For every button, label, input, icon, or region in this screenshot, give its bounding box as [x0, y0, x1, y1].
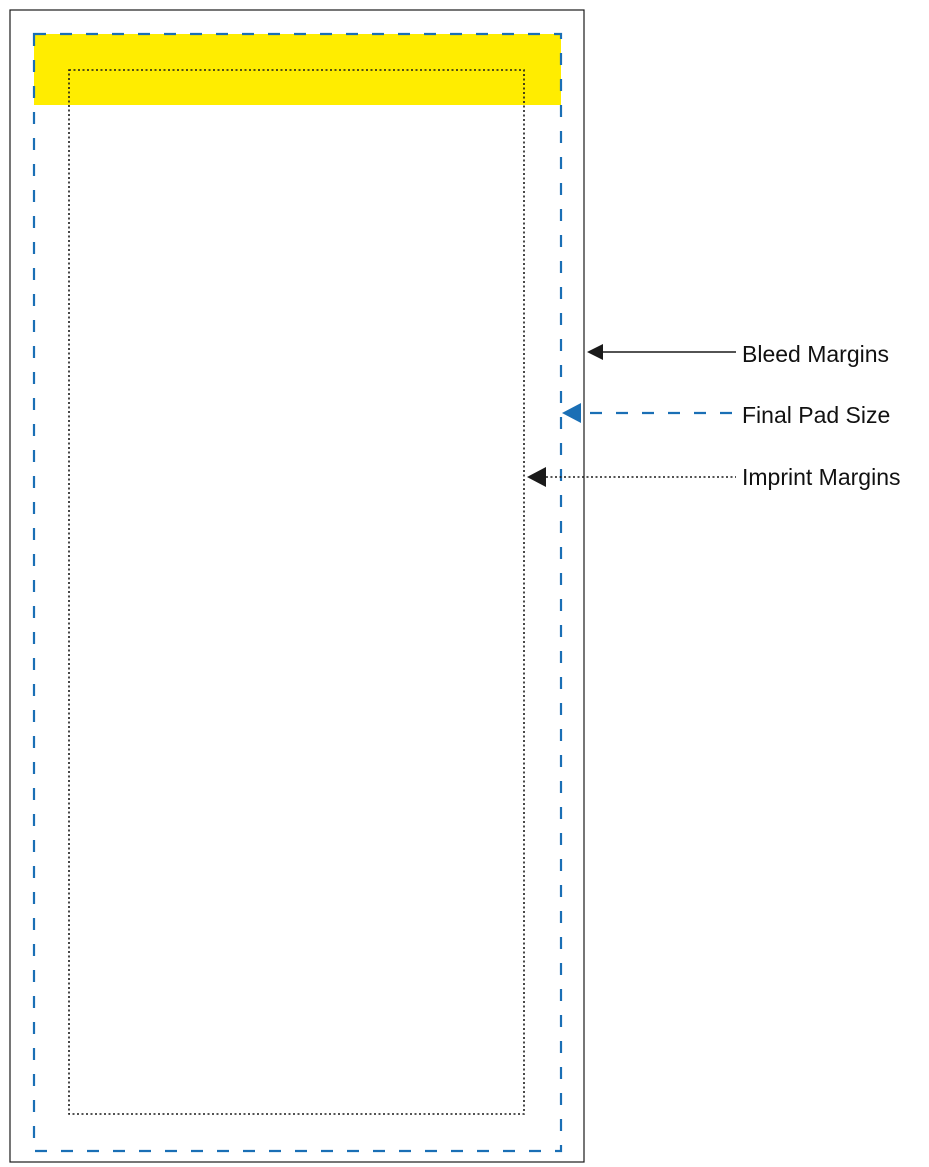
final-pad-size-arrowhead	[562, 403, 581, 423]
final-pad-size-rect	[32, 32, 563, 1153]
pad-layout-diagram	[9, 9, 736, 1163]
bleed-margins-rect	[9, 9, 585, 1163]
final-pad-size-label: Final Pad Size	[742, 402, 891, 428]
bleed-margins-arrowhead	[587, 344, 603, 360]
imprint-margins-arrowhead	[527, 467, 546, 487]
imprint-margins-label: Imprint Margins	[742, 464, 901, 490]
header-band	[34, 34, 561, 105]
imprint-margins-rect	[68, 69, 525, 1115]
bleed-margins-label: Bleed Margins	[742, 341, 890, 367]
